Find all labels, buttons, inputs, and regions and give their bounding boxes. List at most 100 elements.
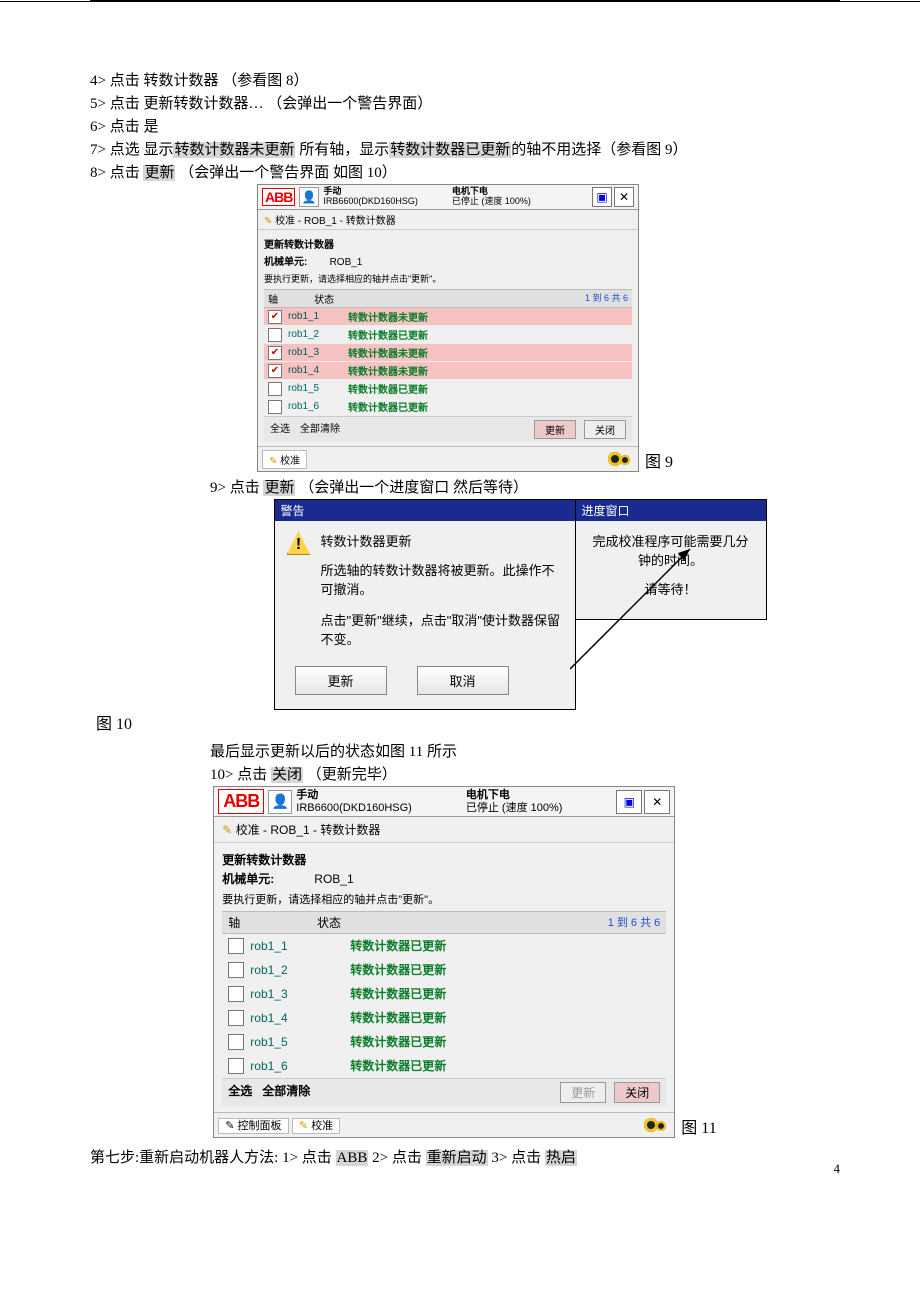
update-button[interactable]: 更新: [560, 1082, 606, 1103]
close-icon[interactable]: ✕: [644, 790, 670, 814]
close-button[interactable]: 关闭: [584, 420, 626, 439]
checkbox-icon[interactable]: ✔: [268, 310, 282, 324]
title: 更新转数计数器: [222, 853, 306, 867]
axis-name: rob1_6: [250, 1059, 350, 1073]
table-row[interactable]: rob1_3转数计数器已更新: [222, 982, 666, 1006]
min-icon[interactable]: ▣: [616, 790, 642, 814]
mech-val: ROB_1: [314, 872, 353, 886]
checkbox-icon[interactable]: [228, 962, 244, 978]
step-9: 9> 点击 更新 （会弹出一个进度窗口 然后等待）: [210, 476, 840, 497]
close-button[interactable]: 关闭: [614, 1082, 660, 1103]
warn-p2: 点击"更新"继续，点击"取消"使计数器保留不变。: [321, 610, 563, 648]
col-axis: 轴: [228, 916, 240, 930]
speed: 已停止 (速度 100%): [452, 197, 531, 207]
axis-status: 转数计数器已更新: [350, 1057, 446, 1074]
foot-panel-button[interactable]: ✎ 控制面板: [218, 1118, 288, 1134]
hl: 转数计数器未更新: [173, 142, 295, 158]
step-8: 8> 点击 更新 （会弹出一个警告界面 如图 10）: [90, 161, 840, 182]
foot-cal-button[interactable]: ✎ 校准: [262, 450, 307, 469]
table-row[interactable]: ✔rob1_1转数计数器未更新: [264, 308, 632, 326]
t: 8> 点击: [90, 165, 143, 181]
checkbox-icon[interactable]: [228, 1010, 244, 1026]
abb-logo[interactable]: ABB: [218, 789, 264, 814]
axis-name: rob1_3: [250, 987, 350, 1001]
t: 10> 点击: [210, 767, 271, 783]
hl: 重新启动: [426, 1150, 488, 1166]
range: 1 到 6 共 6: [585, 291, 628, 306]
table-row[interactable]: rob1_6转数计数器已更新: [264, 398, 632, 416]
figure-9-label: 图 9: [645, 448, 673, 472]
gear-icon[interactable]: [642, 1115, 670, 1135]
axis-name: rob1_4: [288, 365, 348, 376]
instruction: 要执行更新，请选择相应的轴并点击"更新"。: [222, 891, 666, 907]
select-all-button[interactable]: 全选: [228, 1082, 252, 1103]
checkbox-icon[interactable]: [228, 986, 244, 1002]
clear-all-button[interactable]: 全部清除: [300, 420, 340, 439]
axis-status: 转数计数器已更新: [348, 327, 428, 342]
user-icon[interactable]: 👤: [299, 187, 319, 207]
t: 的轴不用选择（参看图 9）: [511, 142, 687, 158]
table-row[interactable]: ✔rob1_4转数计数器未更新: [264, 362, 632, 380]
min-icon[interactable]: ▣: [592, 187, 612, 207]
dialog-title: 进度窗口: [576, 500, 766, 521]
motor: 电机下电: [466, 789, 510, 801]
axis-name: rob1_2: [250, 963, 350, 977]
figure-11-label: 图 11: [681, 1114, 716, 1138]
path: 校准 - ROB_1 - 转数计数器: [275, 216, 396, 227]
mech-label: 机械单元:: [222, 872, 274, 886]
checkbox-icon[interactable]: ✔: [268, 346, 282, 360]
foot-cal-button[interactable]: ✎ 校准: [292, 1118, 340, 1134]
step-6: 6> 点击 是: [90, 115, 840, 136]
clear-all-button[interactable]: 全部清除: [262, 1082, 310, 1103]
step-7th: 第七步:重新启动机器人方法: 1> 点击 ABB 2> 点击 重新启动 3> 点…: [90, 1146, 840, 1167]
page-number: 4: [834, 1161, 841, 1177]
title: 更新转数计数器: [264, 240, 334, 251]
t: 3> 点击: [488, 1150, 545, 1166]
hl: 转数计数器已更新: [389, 142, 511, 158]
dialog-cancel-button[interactable]: 取消: [417, 666, 509, 695]
user-icon[interactable]: 👤: [268, 790, 292, 814]
table-row[interactable]: rob1_1转数计数器已更新: [222, 934, 666, 958]
close-icon[interactable]: ✕: [614, 187, 634, 207]
warning-icon: !: [287, 531, 311, 555]
prog-p1: 完成校准程序可能需要几分钟的时间。: [588, 531, 754, 569]
table-row[interactable]: rob1_2转数计数器已更新: [264, 326, 632, 344]
axis-name: rob1_4: [250, 1011, 350, 1025]
table-row[interactable]: rob1_5转数计数器已更新: [222, 1030, 666, 1054]
axis-list-9: ✔rob1_1转数计数器未更新rob1_2转数计数器已更新✔rob1_3转数计数…: [264, 308, 632, 416]
motor: 电机下电: [452, 186, 488, 196]
table-row[interactable]: rob1_6转数计数器已更新: [222, 1054, 666, 1078]
table-row[interactable]: rob1_5转数计数器已更新: [264, 380, 632, 398]
hl: ABB: [336, 1150, 369, 1166]
table-row[interactable]: rob1_2转数计数器已更新: [222, 958, 666, 982]
step-5: 5> 点击 更新转数计数器… （会弹出一个警告界面）: [90, 92, 840, 113]
instruction: 要执行更新，请选择相应的轴并点击"更新"。: [264, 272, 632, 285]
post-9: 最后显示更新以后的状态如图 11 所示: [210, 740, 840, 761]
gear-icon[interactable]: [606, 449, 634, 469]
checkbox-icon[interactable]: [268, 400, 282, 414]
table-row[interactable]: ✔rob1_3转数计数器未更新: [264, 344, 632, 362]
figure-9-window: ABB 👤 手动 IRB6600(DKD160HSG) 电机下电 已停止 (速度…: [257, 184, 639, 472]
abb-logo[interactable]: ABB: [262, 188, 295, 206]
axis-status: 转数计数器未更新: [348, 309, 428, 324]
axis-name: rob1_5: [250, 1035, 350, 1049]
update-button[interactable]: 更新: [534, 420, 576, 439]
dialog-update-button[interactable]: 更新: [295, 666, 387, 695]
t: （会弹出一个警告界面 如图 10）: [175, 165, 396, 181]
axis-name: rob1_1: [250, 939, 350, 953]
axis-status: 转数计数器已更新: [348, 399, 428, 414]
checkbox-icon[interactable]: [268, 382, 282, 396]
checkbox-icon[interactable]: [228, 1034, 244, 1050]
checkbox-icon[interactable]: [228, 1058, 244, 1074]
axis-list-11: rob1_1转数计数器已更新rob1_2转数计数器已更新rob1_3转数计数器已…: [222, 934, 666, 1078]
checkbox-icon[interactable]: ✔: [268, 364, 282, 378]
step-7: 7> 点选 显示转数计数器未更新 所有轴，显示转数计数器已更新的轴不用选择（参看…: [90, 138, 840, 159]
select-all-button[interactable]: 全选: [270, 420, 290, 439]
axis-status: 转数计数器已更新: [350, 1033, 446, 1050]
step-10: 10> 点击 关闭 （更新完毕）: [210, 763, 840, 784]
table-row[interactable]: rob1_4转数计数器已更新: [222, 1006, 666, 1030]
axis-status: 转数计数器已更新: [350, 961, 446, 978]
t: 第七步:重新启动机器人方法: 1> 点击: [90, 1150, 336, 1166]
checkbox-icon[interactable]: [228, 938, 244, 954]
checkbox-icon[interactable]: [268, 328, 282, 342]
